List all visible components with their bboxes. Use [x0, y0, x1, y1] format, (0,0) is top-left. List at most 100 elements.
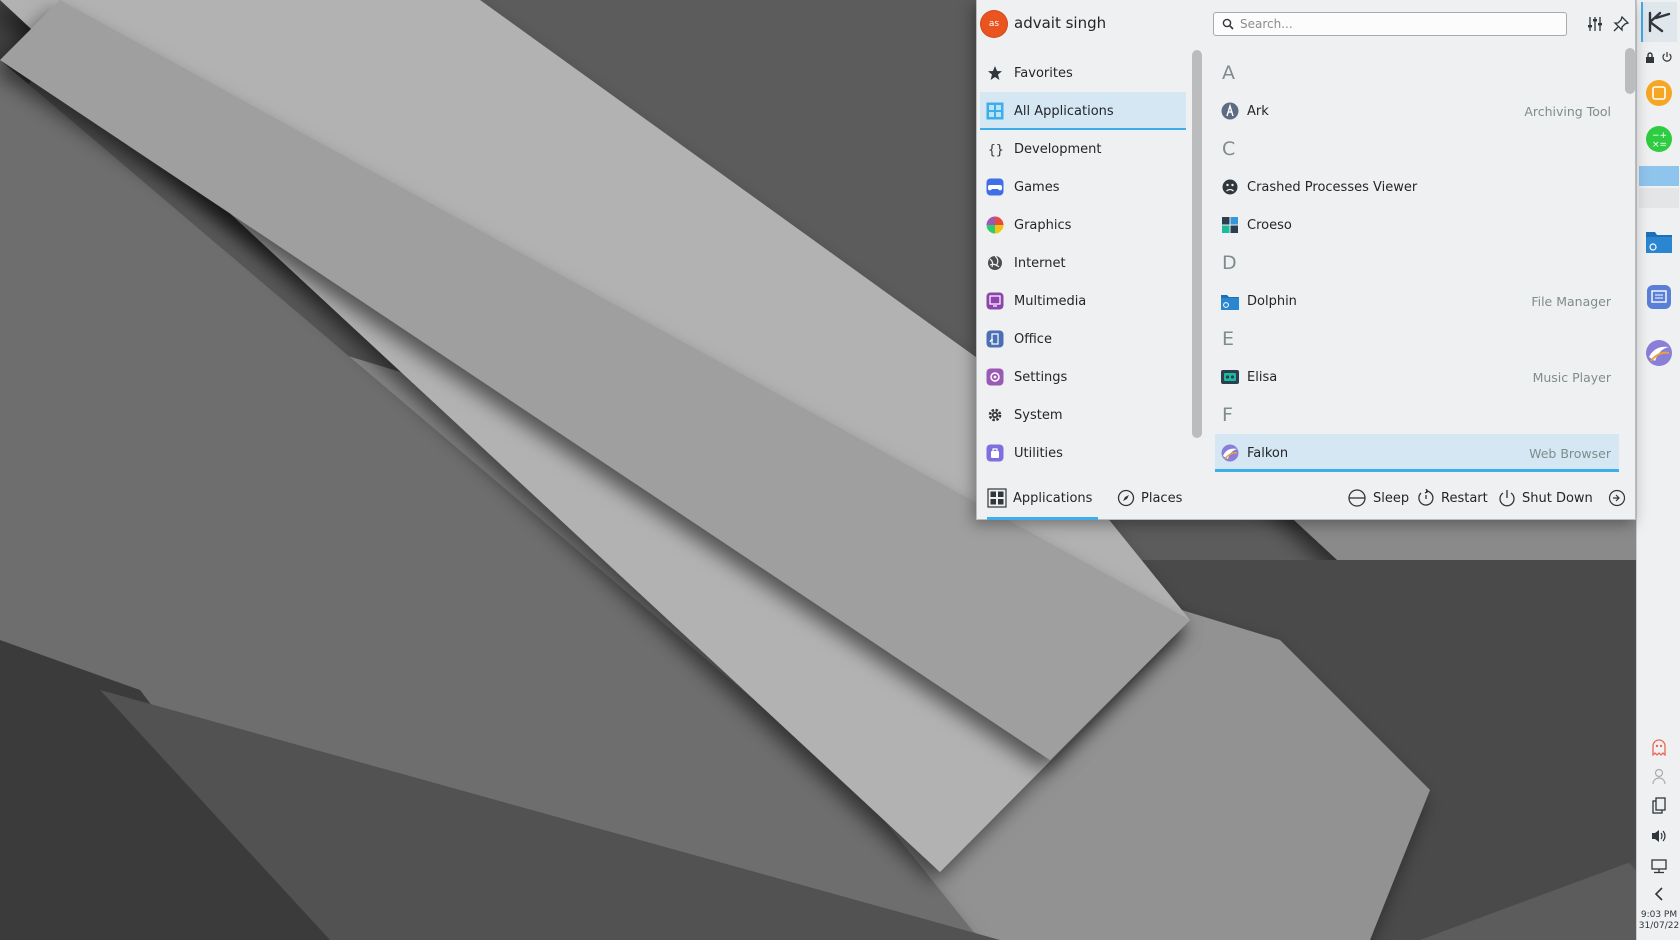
- chevron-left-icon: [1654, 887, 1663, 901]
- gamepad-icon: [986, 178, 1004, 196]
- tab-applications[interactable]: Applications: [987, 478, 1099, 520]
- launcher-button[interactable]: [1641, 2, 1677, 42]
- application-list: A Ark Archiving Tool C Crashed Processes…: [1215, 54, 1619, 474]
- task-calculator-app[interactable]: −+ ×=: [1644, 124, 1674, 154]
- app-dolphin[interactable]: Dolphin File Manager: [1215, 282, 1619, 320]
- side-panel: −+ ×= 9:03 PM 31/07/22: [1636, 0, 1680, 940]
- pin-button[interactable]: [1609, 12, 1633, 36]
- tray-user[interactable]: [1647, 765, 1671, 787]
- restart-icon: [1418, 489, 1434, 506]
- task-falkon-app[interactable]: [1644, 338, 1674, 368]
- category-graphics[interactable]: Graphics: [980, 206, 1186, 244]
- network-icon: [1651, 859, 1667, 874]
- category-label: Games: [1014, 179, 1060, 195]
- user-icon: [1652, 768, 1666, 785]
- category-label: Favorites: [1014, 65, 1073, 81]
- category-internet[interactable]: Internet: [980, 244, 1186, 282]
- app-name: Ark: [1247, 103, 1269, 119]
- color-wheel-icon: [986, 216, 1004, 234]
- settings-icon: [986, 368, 1004, 386]
- section-header: A: [1222, 62, 1235, 84]
- task-notes-app[interactable]: [1644, 78, 1674, 108]
- task-dolphin-app[interactable]: [1644, 226, 1674, 256]
- tray-clipboard[interactable]: [1647, 795, 1671, 817]
- app-name: Dolphin: [1247, 293, 1297, 309]
- section-header: C: [1222, 138, 1236, 160]
- category-label: Multimedia: [1014, 293, 1087, 309]
- category-label: System: [1014, 407, 1063, 423]
- category-system[interactable]: System: [980, 396, 1186, 434]
- ark-icon: [1221, 102, 1239, 120]
- category-settings[interactable]: Settings: [980, 358, 1186, 396]
- tab-label: Applications: [1013, 490, 1093, 506]
- category-label: Graphics: [1014, 217, 1072, 233]
- category-games[interactable]: Games: [980, 168, 1186, 206]
- utilities-icon: [986, 444, 1004, 462]
- category-label: Development: [1014, 141, 1102, 157]
- category-scrollbar[interactable]: [1192, 50, 1202, 438]
- tray-ghost[interactable]: [1647, 736, 1671, 758]
- tray-expand[interactable]: [1647, 884, 1671, 904]
- section-header: F: [1222, 404, 1233, 426]
- search-icon: [1222, 18, 1234, 30]
- lock-screen-button[interactable]: [1643, 50, 1657, 64]
- folder-icon: [1221, 294, 1239, 310]
- lock-icon: [1646, 51, 1654, 63]
- multimedia-icon: [986, 292, 1004, 310]
- power-icon: [1499, 490, 1515, 507]
- button-label: Restart: [1441, 490, 1488, 506]
- digital-clock[interactable]: 9:03 PM 31/07/22: [1637, 910, 1680, 932]
- power-icon: [1662, 52, 1672, 62]
- system-settings-icon: [1647, 285, 1671, 309]
- app-ark[interactable]: Ark Archiving Tool: [1215, 92, 1619, 130]
- app-croeso[interactable]: Croeso: [1215, 206, 1619, 244]
- star-icon: [988, 66, 1002, 80]
- shutdown-button[interactable]: Shut Down: [1498, 478, 1593, 518]
- more-session-options-button[interactable]: [1608, 478, 1626, 518]
- tray-volume[interactable]: [1647, 825, 1671, 847]
- avatar[interactable]: as: [981, 11, 1007, 37]
- category-label: Utilities: [1014, 445, 1063, 461]
- search-field[interactable]: [1213, 12, 1567, 36]
- tray-network[interactable]: [1647, 855, 1671, 877]
- configure-button[interactable]: [1583, 12, 1607, 36]
- category-development[interactable]: {} Development: [980, 130, 1186, 168]
- category-favorites[interactable]: Favorites: [980, 54, 1186, 92]
- app-elisa[interactable]: Elisa Music Player: [1215, 358, 1619, 396]
- restart-button[interactable]: Restart: [1417, 478, 1488, 518]
- gear-icon: [988, 408, 1002, 422]
- globe-icon: [988, 255, 1002, 270]
- category-office[interactable]: Office: [980, 320, 1186, 358]
- svg-text:{}: {}: [988, 143, 1003, 157]
- app-list-scrollbar[interactable]: [1625, 48, 1635, 94]
- tab-places[interactable]: Places: [1117, 478, 1182, 518]
- app-description: File Manager: [1531, 293, 1611, 309]
- app-description: Web Browser: [1529, 445, 1611, 461]
- power-button[interactable]: [1660, 50, 1674, 64]
- pin-icon: [1613, 16, 1629, 32]
- croeso-icon: [1222, 217, 1238, 233]
- ghost-icon: [1652, 739, 1666, 756]
- task-slot[interactable]: [1639, 188, 1679, 208]
- sleep-button[interactable]: Sleep: [1347, 478, 1409, 518]
- category-all-applications[interactable]: All Applications: [980, 92, 1186, 130]
- app-name: Falkon: [1247, 445, 1289, 461]
- sliders-icon: [1588, 17, 1602, 31]
- app-name: Elisa: [1247, 369, 1278, 385]
- office-icon: [986, 330, 1004, 348]
- category-utilities[interactable]: Utilities: [980, 434, 1186, 472]
- task-settings-app[interactable]: [1644, 282, 1674, 312]
- svg-text:×=: ×=: [1652, 140, 1667, 150]
- notes-app-icon: [1646, 80, 1672, 106]
- search-input[interactable]: [1240, 17, 1560, 31]
- kde-logo-icon: [1648, 11, 1671, 33]
- section-header: D: [1222, 252, 1237, 274]
- app-falkon[interactable]: Falkon Web Browser: [1215, 434, 1619, 472]
- task-active-window[interactable]: [1639, 166, 1679, 186]
- tab-label: Places: [1141, 490, 1183, 506]
- section-header: E: [1222, 328, 1235, 350]
- calculator-icon: −+×=: [1646, 126, 1672, 152]
- button-label: Sleep: [1373, 490, 1410, 506]
- category-multimedia[interactable]: Multimedia: [980, 282, 1186, 320]
- app-crashed-processes-viewer[interactable]: Crashed Processes Viewer: [1215, 168, 1619, 206]
